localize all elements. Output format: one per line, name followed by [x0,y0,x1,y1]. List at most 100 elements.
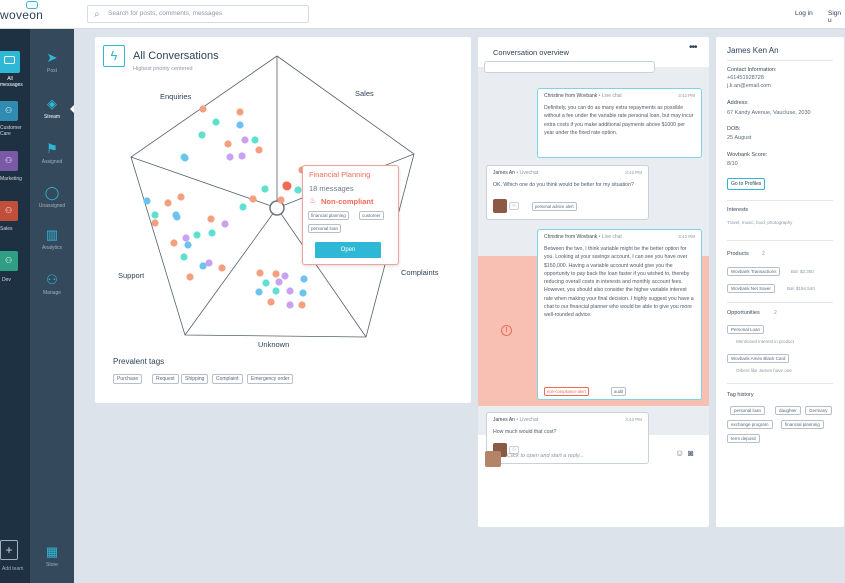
conversation-dot[interactable] [241,136,249,144]
app-logo[interactable]: woveon [0,8,43,22]
conversation-dot[interactable] [184,241,192,249]
camera-icon[interactable]: ◙ [688,448,693,458]
message-bubble[interactable]: Christine from Wovbank • Live chat 3:43 … [537,229,702,400]
conversation-dot[interactable] [286,301,294,309]
conversation-dot[interactable] [251,136,259,144]
conversation-dot[interactable] [218,264,226,272]
conversation-dot[interactable] [205,259,213,267]
team-all-messages[interactable] [0,51,20,73]
product-tag[interactable]: Wovbank Net Saver [727,284,775,293]
conversation-dot[interactable] [236,108,244,116]
nav-analytics[interactable]: ▥ Analytics [30,228,74,252]
conversation-dot[interactable] [262,279,270,287]
conversation-dot[interactable] [299,289,307,297]
message-bubble[interactable]: James An • Livechat 3:42 PM OK. Which on… [486,165,649,220]
more-options-icon[interactable]: ••• [689,42,697,53]
conversation-dot[interactable] [255,146,263,154]
conversation-dot[interactable] [300,275,308,283]
conversation-dot[interactable] [238,152,246,160]
prevalent-tag[interactable]: Complaint [212,374,243,384]
conversation-dot[interactable] [151,211,159,219]
nav-post[interactable]: ➤ Post [30,51,74,75]
conversation-dot[interactable] [170,239,178,247]
history-tag[interactable]: personal loan [730,406,766,415]
conversation-dot[interactable] [181,154,189,162]
team-dev[interactable]: ⚇ [0,251,18,271]
history-tag[interactable]: term deposit [727,434,760,443]
login-link[interactable]: Log in [795,10,813,17]
conversation-dot[interactable] [267,298,275,306]
conversation-dot[interactable] [261,185,269,193]
prevalent-tag[interactable]: Shipping [181,374,209,384]
message-tag[interactable]: non-compliance alert [544,387,589,396]
message-bubble[interactable]: Christine from Wovbank • Live chat 3:42 … [537,88,702,158]
contact-email[interactable]: j.k.an@email.com [727,83,771,89]
open-button[interactable]: Open [315,242,381,258]
nav-store[interactable]: ▦ Store [30,545,74,569]
popup-tag[interactable]: customer [359,211,384,220]
conversation-dot[interactable] [208,229,216,237]
team-sales[interactable]: ⚇ [0,201,18,221]
conversation-dot[interactable] [226,153,234,161]
opportunity-tag[interactable]: Wovbank Amex Black Card [727,354,790,363]
conversation-dot[interactable] [294,186,302,194]
conversation-dot[interactable] [224,140,232,148]
team-marketing[interactable]: ⚇ [0,151,18,171]
assign-icon[interactable]: ⚇ [509,202,520,210]
team-customer-care[interactable]: ⚇ [0,101,18,121]
message-tag[interactable]: audit [611,387,627,396]
search-input[interactable]: ⌕ Search for posts, comments, messages [87,5,309,23]
conversation-dot[interactable] [286,287,294,295]
popup-tag[interactable]: financial planning [308,211,349,220]
popup-tag[interactable]: personal loan [308,224,342,233]
conversation-dot[interactable] [298,301,306,309]
conversation-dot[interactable] [198,131,206,139]
prevalent-tag[interactable]: Request [152,374,179,384]
conversation-dot[interactable] [173,213,181,221]
prevalent-tag[interactable]: Purchase [113,374,143,384]
conversation-dot[interactable] [221,220,229,228]
conversation-dot[interactable] [143,197,151,205]
conversation-dot[interactable] [272,287,280,295]
message-tag[interactable]: personal advice alert [532,202,577,211]
conversation-dot[interactable] [236,121,244,129]
message-thread[interactable]: ! Christine from Wovbank • Live chat 3:4… [478,61,709,464]
emoji-icon[interactable]: ☺ [675,448,684,458]
conversation-dot[interactable] [180,253,188,261]
warning-icon[interactable]: ! [501,325,512,336]
conversation-dot[interactable] [193,231,201,239]
prevalent-tag[interactable]: Emergency order [247,374,294,384]
conversation-dot[interactable] [212,118,220,126]
selected-conversation-dot[interactable] [282,181,292,191]
conversation-dot[interactable] [199,105,207,113]
conversation-dot[interactable] [207,215,215,223]
conversation-dot[interactable] [281,272,289,280]
contact-phone[interactable]: +61451928728 [727,75,764,81]
conversation-dot[interactable] [164,199,172,207]
signup-link[interactable]: Sign u [828,10,845,24]
conversation-dot[interactable] [186,273,194,281]
nav-stream[interactable]: ◈ Stream [30,97,74,121]
conversation-dot[interactable] [275,278,283,286]
conversation-dot[interactable] [256,269,264,277]
conversation-dot[interactable] [182,234,190,242]
conversation-dot[interactable] [272,270,280,278]
nav-assigned[interactable]: ⚑ Assigned [30,142,74,166]
history-tag[interactable]: daughter [775,406,801,415]
conversation-dot[interactable] [277,196,285,204]
conversation-dot[interactable] [255,288,263,296]
nav-unassigned[interactable]: ◯ Unassigned [30,186,74,210]
history-tag[interactable]: Germany [805,406,832,415]
conversation-dot[interactable] [151,219,159,227]
conversation-dot[interactable] [177,193,185,201]
history-tag[interactable]: exchange program [727,420,773,429]
opportunity-tag[interactable]: Personal Loan [727,325,765,334]
conversation-dot[interactable] [239,203,247,211]
add-team-button[interactable]: + [0,540,18,560]
history-tag[interactable]: financial planning [781,420,824,429]
reply-input[interactable]: Click to open and start a reply... [507,453,584,459]
go-to-profiles-button[interactable]: Go to Profiles [727,178,766,190]
product-tag[interactable]: Wovbank Transactions [727,267,781,276]
conversation-dot[interactable] [249,195,257,203]
nav-manage[interactable]: ⚇ Manage [30,273,74,297]
